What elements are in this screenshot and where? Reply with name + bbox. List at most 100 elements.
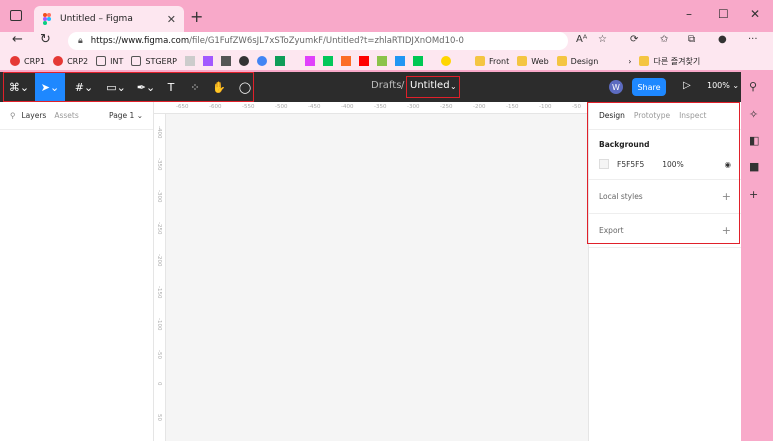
bookmark-folder-web[interactable]: Web <box>517 56 549 66</box>
folder-icon <box>639 56 650 66</box>
outlook-icon[interactable]: ■ <box>749 160 759 173</box>
address-row: ← ↻ 🔒︎ https://www.figma.com /file/G1Fuf… <box>0 32 773 52</box>
design-canvas[interactable] <box>166 114 588 441</box>
title-bar: Untitled – Figma ✕ + – ☐ ✕ <box>0 0 773 32</box>
profile-icon[interactable]: ● <box>718 34 727 45</box>
bookmark-label: 다른 즐겨찾기 <box>653 56 701 66</box>
address-bar[interactable]: 🔒︎ https://www.figma.com /file/G1FufZW6s… <box>68 32 568 50</box>
ruler-label: -350 <box>156 158 162 171</box>
bookmark-icon <box>10 56 20 66</box>
figma-logo-icon <box>43 13 51 25</box>
read-aloud-icon[interactable]: Aᴬ <box>576 34 587 45</box>
ruler-label: -250 <box>440 104 453 110</box>
bookmark-folder-other[interactable]: 다른 즐겨찾기 <box>639 56 700 67</box>
bookmark-label: INT <box>110 56 124 66</box>
google-icon[interactable] <box>256 56 267 66</box>
ruler-label: -500 <box>275 104 288 110</box>
ruler-label: -350 <box>374 104 387 110</box>
collections-icon[interactable]: ⧉ <box>688 34 695 45</box>
ruler-label: -650 <box>176 104 189 110</box>
folder-icon <box>517 56 528 66</box>
search-icon[interactable]: ⚲ <box>10 111 16 120</box>
avatar[interactable]: W <box>609 80 623 94</box>
bookmark-icon[interactable] <box>412 56 423 66</box>
globe-icon[interactable] <box>238 56 249 66</box>
minimize-button[interactable]: – <box>686 7 692 21</box>
naver-icon[interactable] <box>322 56 333 66</box>
folder-icon <box>474 56 485 66</box>
add-sidebar-icon[interactable]: + <box>749 188 758 201</box>
office-icon[interactable]: ◧ <box>749 134 759 147</box>
ruler-label: -100 <box>156 318 162 331</box>
url-host: https://www.figma.com <box>90 36 190 46</box>
maximize-button[interactable]: ☐ <box>718 7 729 21</box>
layers-panel-header: ⚲ Layers Assets Page 1 ⌄ <box>0 102 153 130</box>
layers-panel: ⚲ Layers Assets Page 1 ⌄ <box>0 102 154 441</box>
bookmark-icon[interactable] <box>394 56 405 66</box>
drive-icon[interactable] <box>274 56 285 66</box>
lock-icon: 🔒︎ <box>78 36 83 46</box>
favorites-icon[interactable]: ✩ <box>660 34 668 45</box>
copilot-icon[interactable]: ✧ <box>749 108 758 121</box>
ruler-label: -150 <box>156 286 162 299</box>
back-icon[interactable]: ← <box>12 32 23 47</box>
page-select[interactable]: Page 1 ⌄ <box>109 111 143 120</box>
ruler-label: -400 <box>341 104 354 110</box>
bookmark-folder-front[interactable]: Front <box>474 56 509 66</box>
ruler-label: -50 <box>572 104 581 110</box>
bookmark-icon <box>53 56 64 66</box>
ruler-label: -50 <box>156 350 162 359</box>
present-icon[interactable]: ▷ <box>683 80 691 91</box>
drafts-link[interactable]: Drafts <box>371 80 401 91</box>
url-path: /file/G1FufZW6sJL7xSToZyumkF/Untitled?t=… <box>189 36 464 46</box>
edge-sidebar <box>741 72 773 441</box>
ruler-label: -600 <box>209 104 222 110</box>
browser-tab[interactable]: Untitled – Figma ✕ <box>34 6 184 32</box>
ruler-label: -200 <box>156 254 162 267</box>
ruler-label: -400 <box>156 126 162 139</box>
vertical-ruler: -400 -350 -300 -250 -200 -150 -100 -50 0… <box>154 114 166 441</box>
page-icon <box>131 56 142 66</box>
search-icon[interactable]: ⚲ <box>749 80 757 93</box>
tab-layers[interactable]: Layers <box>22 111 47 120</box>
page-icon <box>96 56 107 66</box>
breadcrumb-separator: / <box>401 80 405 91</box>
bookmark-stgerp[interactable]: STGERP <box>131 56 177 66</box>
youtube-icon[interactable] <box>358 56 369 66</box>
refresh-icon[interactable]: ↻ <box>40 32 51 47</box>
gitlab-icon[interactable] <box>340 56 351 66</box>
bookmark-label: Design <box>570 56 599 66</box>
chevron-right-icon[interactable]: › <box>628 57 631 66</box>
share-button[interactable]: Share <box>632 78 666 96</box>
more-icon[interactable]: ··· <box>748 34 758 45</box>
bookmark-int[interactable]: INT <box>96 56 123 66</box>
close-window-button[interactable]: ✕ <box>750 7 760 21</box>
figma-bookmark-icon[interactable] <box>202 56 213 66</box>
new-tab-button[interactable]: + <box>190 7 203 26</box>
ruler-label: -200 <box>473 104 486 110</box>
ruler-label: -550 <box>242 104 255 110</box>
folder-icon <box>556 56 567 66</box>
tab-assets[interactable]: Assets <box>54 111 78 120</box>
ruler-label: -150 <box>506 104 519 110</box>
extensions-icon[interactable]: ⟳ <box>630 34 638 45</box>
tab-actions-icon[interactable] <box>10 10 22 21</box>
close-tab-icon[interactable]: ✕ <box>167 13 176 26</box>
favorite-icon[interactable]: ☆ <box>598 34 607 45</box>
bookmark-icon[interactable] <box>184 56 195 66</box>
ruler-label: -300 <box>156 190 162 203</box>
bookmark-icon[interactable] <box>220 56 231 66</box>
bookmark-label: Web <box>531 56 549 66</box>
kakao-icon[interactable] <box>440 56 451 66</box>
bookmark-label: STGERP <box>145 56 177 66</box>
ruler-label: -250 <box>156 222 162 235</box>
ruler-label: -100 <box>539 104 552 110</box>
ruler-label: -300 <box>407 104 420 110</box>
browser-window: Untitled – Figma ✕ + – ☐ ✕ ← ↻ 🔒︎ https:… <box>0 0 773 441</box>
bookmark-folder-design[interactable]: Design <box>556 56 599 66</box>
bookmark-crp2[interactable]: CRP2 <box>53 56 88 66</box>
bookmark-icon[interactable] <box>376 56 387 66</box>
zoom-select[interactable]: 100% ⌄ <box>707 81 739 90</box>
bookmark-icon[interactable] <box>304 56 315 66</box>
bookmark-crp1[interactable]: CRP1 <box>10 56 45 66</box>
